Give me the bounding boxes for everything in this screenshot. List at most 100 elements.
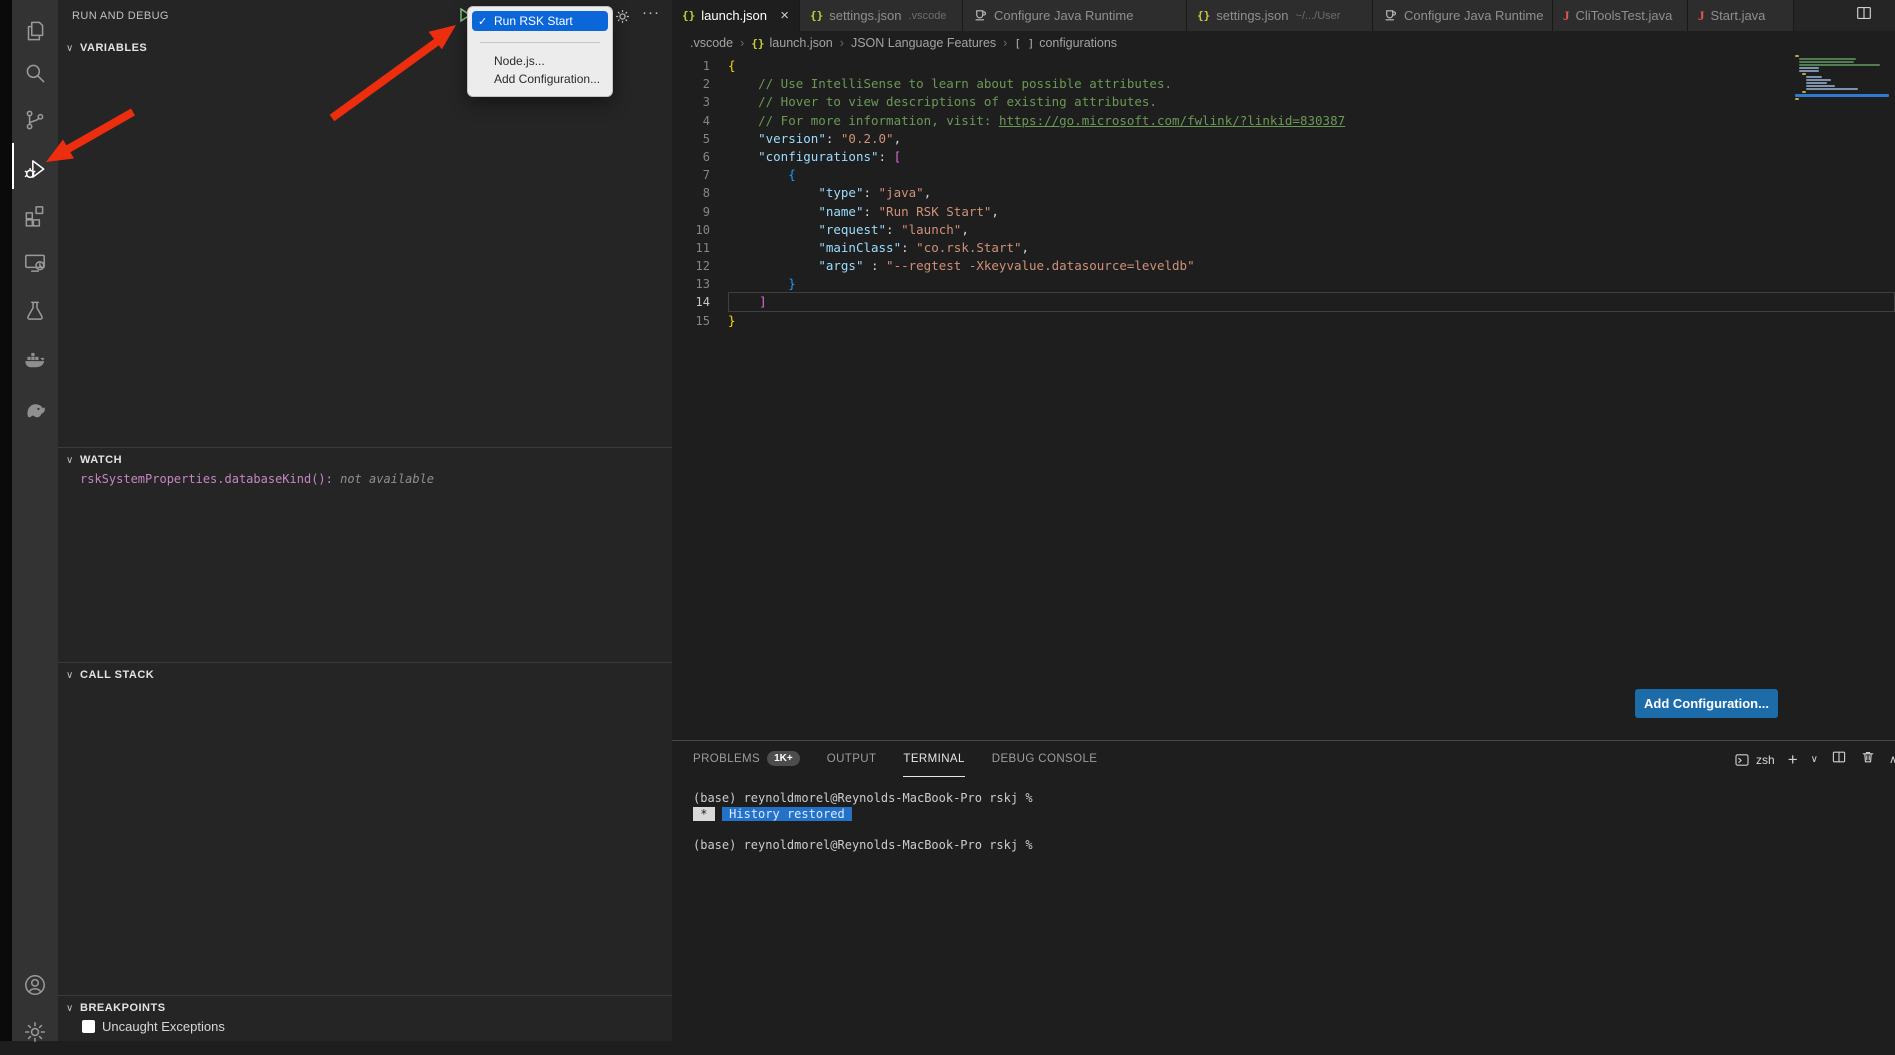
terminal-profile-chevron-icon[interactable]: ∨ — [1811, 754, 1818, 765]
minimap[interactable] — [1795, 55, 1889, 101]
panel-tab-terminal[interactable]: TERMINAL — [903, 742, 964, 777]
java-file-icon: J — [1698, 8, 1705, 24]
panel-controls: zsh + ∨ ∧ — [1734, 749, 1895, 770]
minimap-line — [1806, 76, 1822, 78]
section-label: WATCH — [80, 454, 122, 466]
watch-value: not available — [333, 472, 434, 486]
new-terminal-button[interactable]: + — [1788, 750, 1798, 770]
docker-icon[interactable] — [12, 336, 58, 382]
tab-label: settings.json — [1216, 8, 1288, 23]
section-label: CALL STACK — [80, 669, 154, 681]
line-number: 6 — [672, 148, 710, 166]
maximize-panel-chevron-icon[interactable]: ∧ — [1889, 753, 1895, 766]
code-line: 6 "configurations": [ — [672, 148, 1895, 166]
testing-icon[interactable] — [12, 288, 58, 334]
chevron-down-icon: ∨ — [66, 455, 80, 466]
code-line-text: "version": "0.2.0", — [728, 130, 1895, 148]
editor-tab-launch-json[interactable]: {}launch.json× — [672, 0, 800, 31]
panel-tab-problems[interactable]: PROBLEMS 1K+ — [693, 742, 800, 777]
tab-label: CliToolsTest.java — [1576, 8, 1673, 23]
editor-tab-settings-json[interactable]: {}settings.json.vscode — [800, 0, 963, 31]
breakpoint-label: Uncaught Exceptions — [102, 1019, 225, 1034]
code-line: 1{ — [672, 57, 1895, 75]
breakpoints-section-header[interactable]: ∨ BREAKPOINTS — [58, 996, 672, 1020]
dropdown-item-add-configuration[interactable]: Add Configuration... — [472, 70, 608, 88]
run-and-debug-icon[interactable] — [12, 146, 58, 192]
code-editor[interactable]: 1{2 // Use IntelliSense to learn about p… — [672, 57, 1895, 330]
breadcrumb-item--vscode[interactable]: .vscode — [690, 36, 733, 50]
minimap-line — [1806, 88, 1859, 90]
code-line-text: "mainClass": "co.rsk.Start", — [728, 239, 1895, 257]
section-label: VARIABLES — [80, 42, 147, 54]
breakpoint-row[interactable]: Uncaught Exceptions — [82, 1019, 225, 1034]
editor-tab-configure-java-runtime[interactable]: Configure Java Runtime — [963, 0, 1187, 31]
line-number: 5 — [672, 130, 710, 148]
code-line-text: "name": "Run RSK Start", — [728, 203, 1895, 221]
tab-description: .vscode — [909, 10, 947, 22]
panel-tab-output[interactable]: OUTPUT — [827, 742, 877, 777]
watch-expression-row[interactable]: rskSystemProperties.databaseKind(): not … — [80, 472, 434, 486]
split-terminal-icon[interactable] — [1831, 749, 1847, 770]
minimap-line — [1795, 94, 1889, 97]
views-more-actions-icon[interactable]: ··· — [642, 4, 660, 21]
editor-tab-configure-java-runtime[interactable]: Configure Java Runtime — [1373, 0, 1553, 31]
add-configuration-button[interactable]: Add Configuration... — [1635, 689, 1778, 718]
close-icon[interactable]: × — [772, 7, 789, 24]
line-number: 10 — [672, 221, 710, 239]
terminal-shell-select[interactable]: zsh — [1734, 752, 1775, 768]
extensions-icon[interactable] — [12, 192, 58, 238]
editor-tab-settings-json[interactable]: {}settings.json~/.../User — [1187, 0, 1373, 31]
code-line-text: } — [728, 312, 1895, 330]
breadcrumb-item-launch-json[interactable]: {}launch.json — [751, 36, 833, 50]
panel-tab-debug-console[interactable]: DEBUG CONSOLE — [992, 742, 1098, 777]
watch-section-header[interactable]: ∨ WATCH — [58, 448, 672, 472]
terminal-line: * History restored — [693, 807, 1895, 823]
call-stack-section-header[interactable]: ∨ CALL STACK — [58, 663, 672, 687]
settings-gear-icon[interactable] — [12, 1009, 58, 1055]
code-line: 14 ] — [672, 293, 1895, 311]
source-control-icon[interactable] — [12, 97, 58, 143]
breadcrumb-item-configurations[interactable]: [ ]configurations — [1014, 36, 1117, 50]
code-line: 9 "name": "Run RSK Start", — [672, 203, 1895, 221]
search-icon[interactable] — [12, 50, 58, 96]
chevron-down-icon: ∨ — [66, 670, 80, 681]
terminal-output[interactable]: (base) reynoldmorel@Reynolds-MacBook-Pro… — [672, 777, 1895, 853]
breadcrumb: .vscode›{}launch.json›JSON Language Feat… — [672, 31, 1895, 55]
tab-label: Configure Java Runtime — [994, 8, 1133, 23]
editor-tab-start-java[interactable]: JStart.java — [1688, 0, 1794, 31]
line-number: 3 — [672, 93, 710, 111]
panel-tab-label: PROBLEMS — [693, 753, 760, 765]
dropdown-item-run-rsk-start[interactable]: ✓ Run RSK Start — [472, 11, 608, 31]
account-icon[interactable] — [12, 962, 58, 1008]
line-number: 2 — [672, 75, 710, 93]
code-line: 3 // Hover to view descriptions of exist… — [672, 93, 1895, 111]
menu-separator — [480, 42, 600, 43]
breadcrumb-label: JSON Language Features — [851, 36, 996, 50]
editor-tab-clitoolstest-java[interactable]: J CliToolsTest.java — [1553, 0, 1688, 31]
code-line: 11 "mainClass": "co.rsk.Start", — [672, 239, 1895, 257]
watch-section: ∨ WATCH rskSystemProperties.databaseKind… — [58, 447, 672, 472]
breadcrumb-item-json-language-features[interactable]: JSON Language Features — [851, 36, 996, 50]
java-file-icon: J — [1563, 8, 1570, 24]
line-number: 8 — [672, 184, 710, 202]
code-line: 2 // Use IntelliSense to learn about pos… — [672, 75, 1895, 93]
line-number: 12 — [672, 257, 710, 275]
code-line-text: } — [728, 275, 1895, 293]
debug-settings-gear-icon[interactable] — [614, 8, 631, 30]
editor-actions — [1855, 0, 1873, 31]
minimap-line — [1806, 82, 1827, 84]
split-editor-icon[interactable] — [1855, 4, 1873, 27]
remote-explorer-icon[interactable] — [12, 240, 58, 286]
uncaught-exceptions-checkbox[interactable] — [82, 1020, 95, 1033]
problems-count-badge: 1K+ — [767, 751, 800, 766]
explorer-icon[interactable] — [12, 8, 58, 54]
gradle-icon[interactable] — [12, 384, 58, 430]
tab-label: launch.json — [701, 8, 767, 23]
json-icon: {} — [810, 9, 823, 22]
minimap-line — [1799, 61, 1855, 63]
dropdown-item-node-js[interactable]: Node.js... — [472, 52, 608, 70]
kill-terminal-trash-icon[interactable] — [1860, 749, 1876, 770]
tab-description: ~/.../User — [1296, 10, 1341, 22]
section-label: BREAKPOINTS — [80, 1002, 166, 1014]
line-number: 13 — [672, 275, 710, 293]
